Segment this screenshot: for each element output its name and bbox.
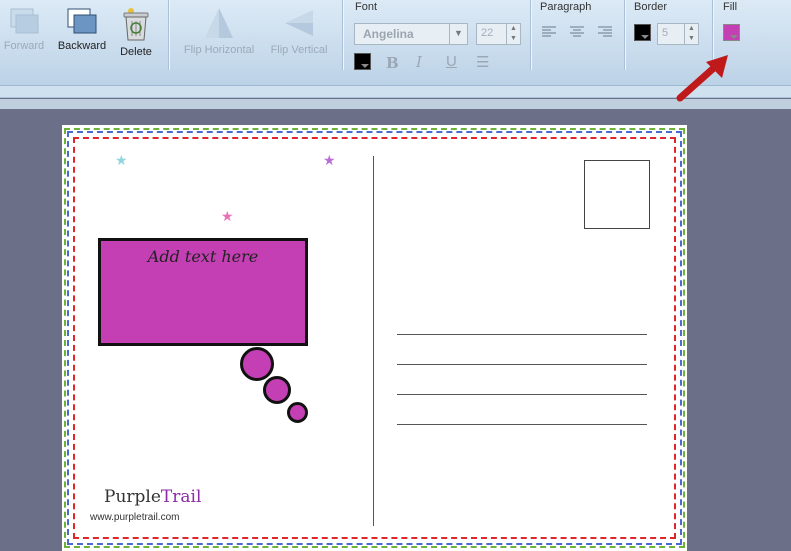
- dropdown-arrow-icon: [361, 64, 369, 68]
- star-icon[interactable]: ★: [323, 153, 336, 167]
- flip-horizontal-button[interactable]: Flip Horizontal: [178, 6, 260, 56]
- forward-button[interactable]: Forward: [2, 6, 46, 52]
- address-line: [397, 364, 647, 365]
- postcard-divider: [373, 156, 374, 526]
- thought-bubble[interactable]: Add text here: [98, 238, 308, 346]
- logo-part2: Trail: [160, 487, 202, 507]
- font-size-stepper[interactable]: 22 ▲ ▼: [476, 23, 521, 45]
- address-line: [397, 394, 647, 395]
- purpletrail-logo: PurpleTrail: [104, 487, 201, 507]
- forward-icon: [10, 8, 39, 34]
- italic-button[interactable]: I: [416, 53, 422, 71]
- separator: [624, 0, 625, 70]
- star-icon[interactable]: ★: [221, 209, 234, 223]
- stepper-arrows-icon[interactable]: ▲ ▼: [506, 24, 520, 44]
- border-width-stepper[interactable]: 5 ▲ ▼: [657, 23, 699, 45]
- flip-vertical-icon: [285, 10, 313, 36]
- list-button[interactable]: ☰: [476, 53, 489, 71]
- border-width-value: 5: [662, 27, 669, 39]
- align-left-icon[interactable]: [541, 25, 557, 39]
- flip-horizontal-icon: [205, 8, 233, 38]
- bubble-text[interactable]: Add text here: [101, 247, 305, 266]
- bubble-dot-small[interactable]: [287, 402, 308, 423]
- backward-button[interactable]: Backward: [56, 6, 108, 52]
- logo-part1: Purple: [104, 487, 161, 507]
- forward-label: Forward: [3, 40, 45, 52]
- separator: [530, 0, 531, 70]
- paragraph-group-label: Paragraph: [540, 1, 592, 13]
- font-color-swatch[interactable]: [354, 53, 371, 70]
- flip-vertical-label: Flip Vertical: [270, 44, 328, 56]
- bubble-dot-large[interactable]: [240, 347, 274, 381]
- bold-button[interactable]: B: [386, 54, 399, 72]
- separator: [342, 0, 343, 70]
- trash-icon: [123, 8, 149, 41]
- dropdown-arrow-icon: [730, 35, 738, 39]
- dropdown-arrow-icon: [641, 35, 649, 39]
- font-select[interactable]: Angelina ▼: [354, 23, 468, 45]
- border-color-swatch[interactable]: [634, 24, 651, 41]
- red-arrow-icon: [676, 55, 728, 102]
- align-center-icon[interactable]: [569, 25, 585, 39]
- border-group-label: Border: [634, 1, 668, 13]
- stepper-arrows-icon[interactable]: ▲ ▼: [684, 24, 698, 44]
- stamp-placeholder[interactable]: [584, 160, 650, 229]
- address-line: [397, 424, 647, 425]
- flip-horizontal-label: Flip Horizontal: [183, 44, 255, 56]
- address-line: [397, 334, 647, 335]
- fill-group-label: Fill: [723, 1, 738, 13]
- website-text: www.purpletrail.com: [90, 512, 180, 523]
- font-group-label: Font: [355, 1, 378, 13]
- backward-icon: [67, 8, 97, 34]
- underline-button[interactable]: U: [446, 53, 457, 70]
- flip-vertical-button[interactable]: Flip Vertical: [268, 6, 330, 56]
- backward-label: Backward: [57, 40, 107, 52]
- fill-color-swatch[interactable]: [723, 24, 740, 41]
- separator: [168, 0, 169, 70]
- star-icon[interactable]: ★: [115, 153, 128, 167]
- delete-button[interactable]: Delete: [116, 6, 156, 58]
- font-size-value: 22: [481, 27, 494, 39]
- delete-label: Delete: [120, 46, 152, 58]
- font-select-value: Angelina: [363, 27, 414, 41]
- bubble-dot-medium[interactable]: [263, 376, 291, 404]
- align-right-icon[interactable]: [597, 25, 613, 39]
- chevron-down-icon[interactable]: ▼: [449, 24, 467, 44]
